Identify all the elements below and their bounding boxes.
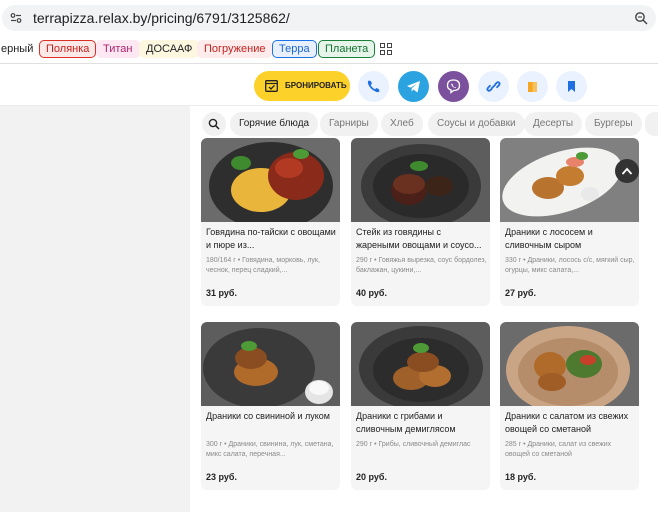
gift-button[interactable]: [517, 71, 548, 102]
category-tab[interactable]: Десерты: [524, 112, 583, 136]
product-price: 23 руб.: [206, 472, 237, 482]
product-image: [351, 322, 490, 406]
product-name: Говядина по-тайски с овощами и пюре из..…: [206, 227, 336, 250]
link-icon: [486, 81, 501, 92]
product-description: 290 г • Грибы, сливочный демиглас: [356, 441, 471, 448]
site-settings-icon[interactable]: [10, 12, 22, 24]
category-tab[interactable]: Гарниры: [320, 112, 378, 136]
menu-panel: Горячие блюда Гарниры Хлеб Соусы и добав…: [190, 106, 658, 512]
product-name: Стейк из говядины с жареными овощами и с…: [356, 227, 482, 250]
product-card[interactable]: Драники с салатом из свежих овощей со см…: [500, 322, 639, 490]
product-card[interactable]: Драники со свининой и луком 300 г • Дран…: [201, 322, 340, 490]
product-card[interactable]: Говядина по-тайски с овощами и пюре из..…: [201, 138, 340, 306]
bookmark-button[interactable]: [556, 71, 587, 102]
product-description: 180/164 г • Говядина, морковь, лук, чесн…: [206, 257, 320, 274]
calendar-check-icon: [265, 80, 278, 92]
share-link-button[interactable]: [478, 71, 509, 102]
bookmark-icon: [568, 81, 575, 92]
telegram-icon: [407, 81, 420, 93]
dish-photo-steak: [351, 138, 490, 222]
category-tab-overflow[interactable]: [645, 112, 658, 136]
product-image: [351, 138, 490, 222]
phone-icon: [367, 80, 380, 93]
bookmark-item[interactable]: Планета: [318, 40, 376, 58]
product-image: [201, 322, 340, 406]
book-button-label: БРОНИРОВАТЬ: [285, 81, 347, 90]
apps-grid-icon[interactable]: [380, 43, 392, 55]
product-price: 40 руб.: [356, 288, 387, 298]
viber-icon: [446, 79, 461, 94]
product-description: 300 г • Драники, свинина, лук, сметана, …: [206, 441, 334, 458]
product-description: 290 г • Говяжья вырезка, соус бордолез, …: [356, 257, 487, 274]
product-image: [500, 322, 639, 406]
product-price: 31 руб.: [206, 288, 237, 298]
site-header: БРОНИРОВАТЬ: [0, 64, 658, 106]
gift-card-icon: [528, 82, 537, 92]
search-icon: [208, 118, 220, 130]
left-panel: [0, 106, 190, 512]
bookmark-item[interactable]: ерный: [0, 40, 41, 58]
bookmark-item[interactable]: Полянка: [39, 40, 97, 58]
product-price: 18 руб.: [505, 472, 536, 482]
telegram-button[interactable]: [398, 71, 429, 102]
dish-photo-draniki-salad: [500, 322, 639, 406]
url-text[interactable]: terrapizza.relax.by/pricing/6791/3125862…: [33, 10, 290, 26]
dish-photo-beef-thai: [201, 138, 340, 222]
category-tab[interactable]: Хлеб: [381, 112, 423, 136]
category-bar: Горячие блюда Гарниры Хлеб Соусы и добав…: [190, 112, 658, 136]
dish-photo-draniki-mushroom: [351, 322, 490, 406]
dish-photo-draniki-pork: [201, 322, 340, 406]
product-name: Драники со свининой и луком: [206, 411, 330, 421]
viber-button[interactable]: [438, 71, 469, 102]
browser-address-bar: terrapizza.relax.by/pricing/6791/3125862…: [0, 0, 658, 36]
phone-button[interactable]: [358, 71, 389, 102]
product-card[interactable]: Драники с грибами и сливочным демиглясом…: [351, 322, 490, 490]
bookmark-item[interactable]: Терра: [272, 40, 317, 58]
product-card[interactable]: Стейк из говядины с жареными овощами и с…: [351, 138, 490, 306]
product-price: 20 руб.: [356, 472, 387, 482]
category-tab[interactable]: Соусы и добавки: [428, 112, 525, 136]
category-tab[interactable]: Горячие блюда: [230, 112, 319, 136]
category-search-button[interactable]: [202, 112, 226, 136]
product-name: Драники с лососем и сливочным сыром: [505, 227, 593, 250]
url-field[interactable]: terrapizza.relax.by/pricing/6791/3125862…: [2, 5, 656, 31]
bookmark-item[interactable]: Титан: [96, 40, 140, 58]
chevron-up-icon: [621, 167, 633, 175]
bookmark-item[interactable]: ДОСААФ: [139, 40, 200, 58]
product-price: 27 руб.: [505, 288, 536, 298]
bookmark-item[interactable]: Погружение: [197, 40, 273, 58]
book-button[interactable]: БРОНИРОВАТЬ: [254, 71, 350, 101]
zoom-icon[interactable]: [634, 11, 648, 25]
product-image: [201, 138, 340, 222]
scroll-up-button[interactable]: [615, 159, 639, 183]
bookmarks-bar: ерный Полянка Титан ДОСААФ Погружение Те…: [0, 36, 658, 64]
product-name: Драники с грибами и сливочным демиглясом: [356, 411, 456, 434]
category-tab[interactable]: Бургеры: [585, 112, 642, 136]
product-name: Драники с салатом из свежих овощей со см…: [505, 411, 629, 434]
product-description: 285 г • Драники, салат из свежих овощей …: [505, 441, 612, 458]
product-description: 330 г • Драники, лосось с/с, мягкий сыр,…: [505, 257, 635, 274]
